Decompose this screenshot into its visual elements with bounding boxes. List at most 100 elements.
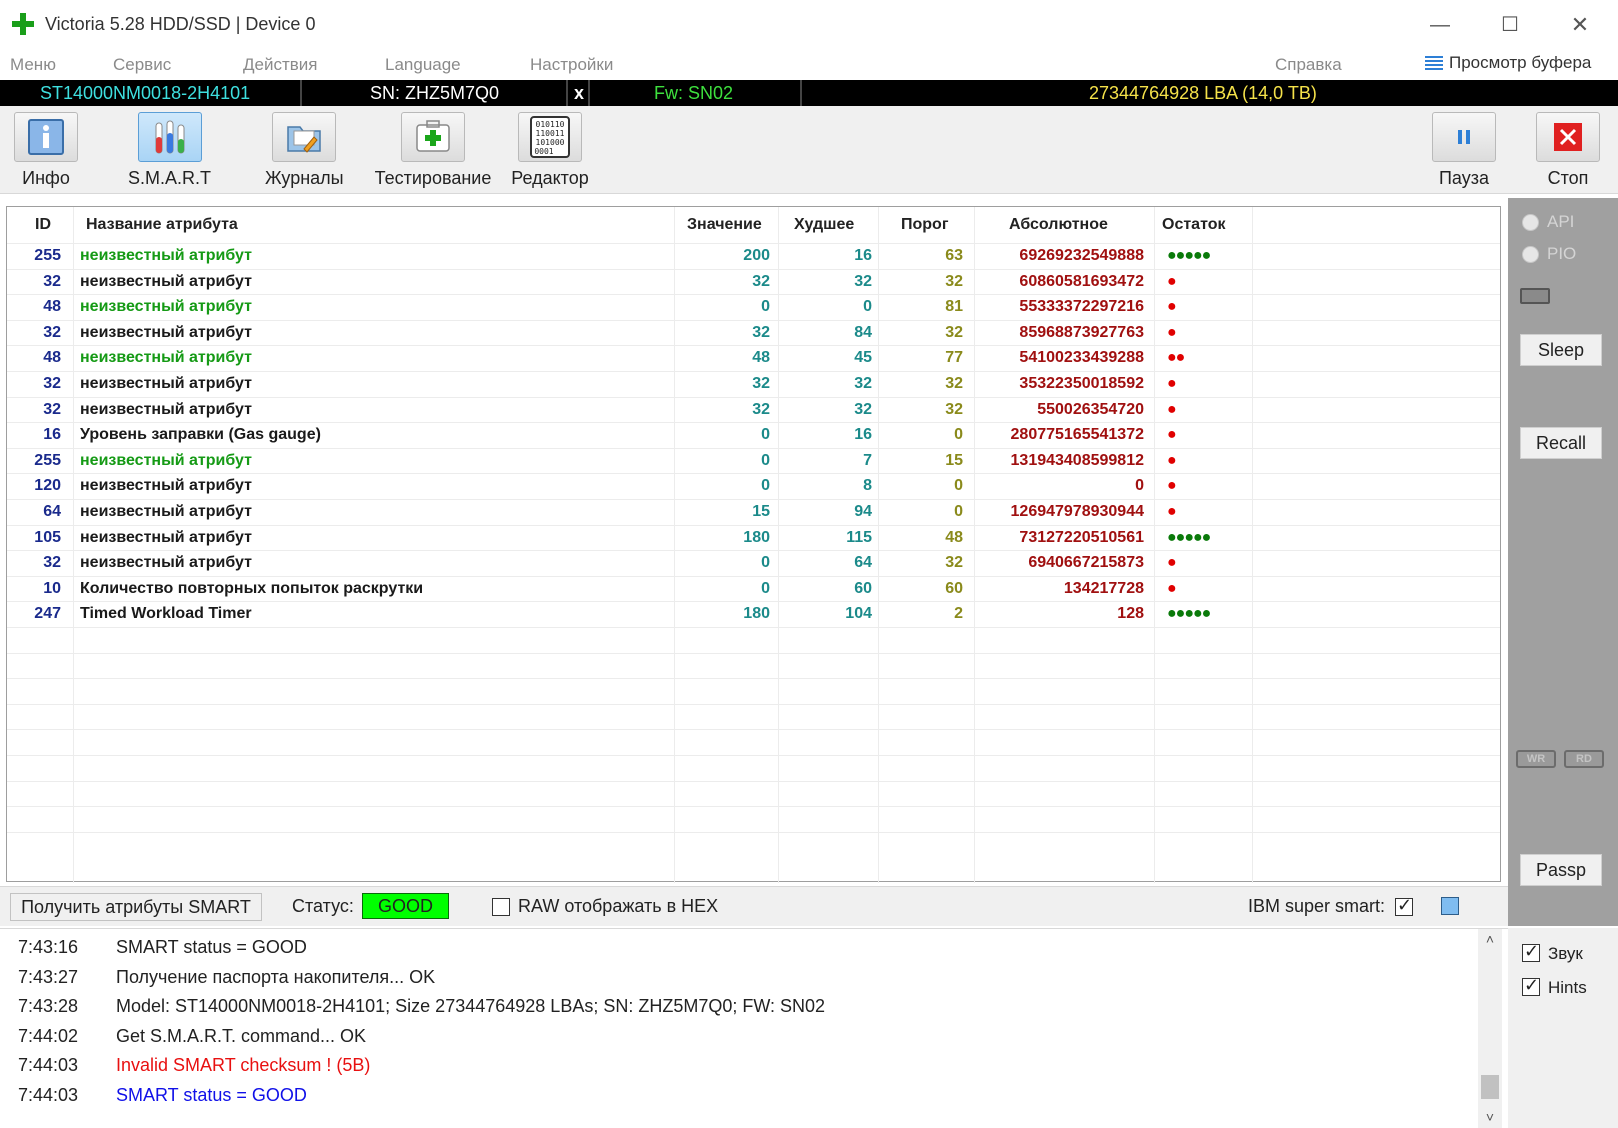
table-row[interactable]: 16 Уровень заправки (Gas gauge) 0 16 0 280775… <box>7 422 1500 447</box>
empty-row <box>7 729 1500 754</box>
header-threshold[interactable]: Порог <box>901 216 948 234</box>
cell-name: неизвестный атрибут <box>80 451 252 469</box>
table-row[interactable]: 32 неизвестный атрибут 32 32 32 550026354720 ● <box>7 396 1500 422</box>
pause-button[interactable]: Пауза <box>1432 112 1496 189</box>
tab-logs[interactable]: Журналы <box>265 112 344 189</box>
tab-info[interactable]: Инфо <box>14 112 78 189</box>
table-row[interactable]: 247 Timed Workload Timer 180 104 2 128 ●●●●● <box>7 601 1500 626</box>
table-row[interactable]: 255 неизвестный атрибут 0 7 15 13194340859981… <box>7 447 1500 473</box>
cell-worst: 115 <box>846 528 872 546</box>
cell-id: 32 <box>43 400 61 418</box>
tab-editor[interactable]: 010110 110011 101000 0001 Редактор <box>509 112 591 189</box>
cell-worst: 104 <box>845 605 872 623</box>
table-row[interactable]: 10 Количество повторных попыток раскрутки… <box>7 575 1500 601</box>
menu-service[interactable]: Сервис <box>113 55 171 75</box>
raw-hex-checkbox[interactable] <box>492 898 510 916</box>
table-row[interactable]: 32 неизвестный атрибут 32 32 32 6086058169347… <box>7 268 1500 294</box>
header-id[interactable]: ID <box>35 216 51 234</box>
color-indicator[interactable] <box>1441 897 1459 915</box>
wr-indicator: WR <box>1516 750 1556 768</box>
log-message: Get S.M.A.R.T. command... OK <box>116 1025 367 1046</box>
header-worst[interactable]: Худшее <box>794 216 854 234</box>
menu-actions[interactable]: Действия <box>243 55 317 75</box>
pause-label: Пауза <box>1438 168 1489 188</box>
cell-id: 48 <box>43 349 61 367</box>
header-name[interactable]: Название атрибута <box>86 216 238 234</box>
header-value[interactable]: Значение <box>687 216 762 234</box>
api-radio[interactable]: API <box>1522 212 1574 232</box>
cell-value: 32 <box>752 272 770 290</box>
cell-remaining: ●● <box>1167 349 1185 367</box>
table-row[interactable]: 48 неизвестный атрибут 0 0 81 55333372297216 ● <box>7 294 1500 319</box>
device-close-button[interactable]: x <box>570 80 590 106</box>
tab-smart-label: S.M.A.R.T <box>128 168 212 188</box>
get-smart-button[interactable]: Получить атрибуты SMART <box>10 893 262 921</box>
cell-threshold: 81 <box>945 298 963 316</box>
menu-settings[interactable]: Настройки <box>530 55 613 75</box>
table-row[interactable]: 32 неизвестный атрибут 32 84 32 8596887392776… <box>7 319 1500 345</box>
tab-editor-label: Редактор <box>511 168 589 188</box>
table-row[interactable]: 255 неизвестный атрибут 200 16 63 69269232549… <box>7 243 1500 268</box>
cell-threshold: 0 <box>954 477 963 495</box>
cell-name: неизвестный атрибут <box>80 323 252 341</box>
cell-absolute: 128 <box>1117 605 1144 623</box>
ibm-super-smart-checkbox[interactable] <box>1395 895 1413 916</box>
table-row[interactable]: 105 неизвестный атрибут 180 115 48 7312722051… <box>7 524 1500 550</box>
table-row[interactable]: 64 неизвестный атрибут 15 94 0 12694797893094… <box>7 499 1500 524</box>
cell-name: Уровень заправки (Gas gauge) <box>80 426 321 444</box>
cell-threshold: 77 <box>945 349 963 367</box>
device-model[interactable]: ST14000NM0018-2H4101 <box>0 80 302 106</box>
log-entry: 7:44:02 Get S.M.A.R.T. command... OK <box>18 1026 366 1047</box>
device-serial: SN: ZHZ5M7Q0 <box>304 80 568 106</box>
cell-worst: 64 <box>854 554 872 572</box>
header-absolute[interactable]: Абсолютное <box>1009 216 1108 234</box>
cell-worst: 32 <box>854 272 872 290</box>
table-header: ID Название атрибута Значение Худшее Пор… <box>7 207 1500 243</box>
passp-button[interactable]: Passp <box>1520 854 1602 886</box>
pio-radio-circle <box>1522 245 1539 263</box>
sound-checkbox[interactable] <box>1522 941 1540 962</box>
table-row[interactable]: 48 неизвестный атрибут 48 45 77 5410023343928… <box>7 345 1500 370</box>
cell-worst: 32 <box>854 375 872 392</box>
sleep-button[interactable]: Sleep <box>1520 334 1602 366</box>
recall-button[interactable]: Recall <box>1520 427 1602 459</box>
log-scrollbar[interactable]: ˄ ˅ <box>1478 929 1502 1128</box>
pio-radio[interactable]: PIO <box>1522 244 1576 264</box>
device-bar: ST14000NM0018-2H4101 SN: ZHZ5M7Q0 x Fw: … <box>0 80 1618 106</box>
buffer-view-button[interactable]: Просмотр буфера <box>1425 53 1591 73</box>
cell-value: 0 <box>761 579 770 597</box>
scroll-thumb[interactable] <box>1481 1075 1499 1099</box>
cell-absolute: 85968873927763 <box>1019 323 1144 341</box>
cell-value: 32 <box>752 375 770 392</box>
svg-text:101000: 101000 <box>536 138 565 147</box>
tab-smart[interactable]: S.M.A.R.T <box>128 112 211 189</box>
scroll-up-icon[interactable]: ˄ <box>1478 929 1502 949</box>
cell-absolute: 134217728 <box>1063 579 1144 597</box>
cell-threshold: 32 <box>945 272 963 290</box>
device-capacity: 27344764928 LBA (14,0 TB) <box>1089 83 1317 103</box>
tab-testing[interactable]: Тестирование <box>363 112 503 189</box>
info-icon <box>14 112 78 162</box>
menu-language[interactable]: Language <box>385 55 461 75</box>
header-remaining[interactable]: Остаток <box>1162 216 1225 234</box>
cell-value: 32 <box>752 323 770 341</box>
menu-help[interactable]: Справка <box>1275 55 1342 75</box>
cell-value: 180 <box>743 605 770 623</box>
scroll-down-icon[interactable]: ˅ <box>1478 1107 1502 1127</box>
menu-main[interactable]: Меню <box>10 55 56 75</box>
svg-text:0001: 0001 <box>534 147 553 156</box>
cell-id: 10 <box>43 579 61 597</box>
table-row[interactable]: 120 неизвестный атрибут 0 8 0 0 ● <box>7 473 1500 498</box>
close-button[interactable]: ✕ <box>1560 8 1600 42</box>
log-entry: 7:43:16 SMART status = GOOD <box>18 937 307 958</box>
empty-row <box>7 831 1500 857</box>
table-row[interactable]: 32 неизвестный атрибут 32 32 32 3532235001859… <box>7 371 1500 396</box>
cell-remaining: ● <box>1167 272 1177 290</box>
maximize-button[interactable]: ☐ <box>1490 8 1530 42</box>
cell-threshold: 32 <box>945 323 963 341</box>
minimize-button[interactable]: — <box>1420 8 1460 42</box>
cell-id: 247 <box>34 605 61 623</box>
hints-checkbox[interactable] <box>1522 975 1540 996</box>
stop-button[interactable]: Стоп <box>1536 112 1600 189</box>
table-row[interactable]: 32 неизвестный атрибут 0 64 32 6940667215873 ● <box>7 550 1500 575</box>
